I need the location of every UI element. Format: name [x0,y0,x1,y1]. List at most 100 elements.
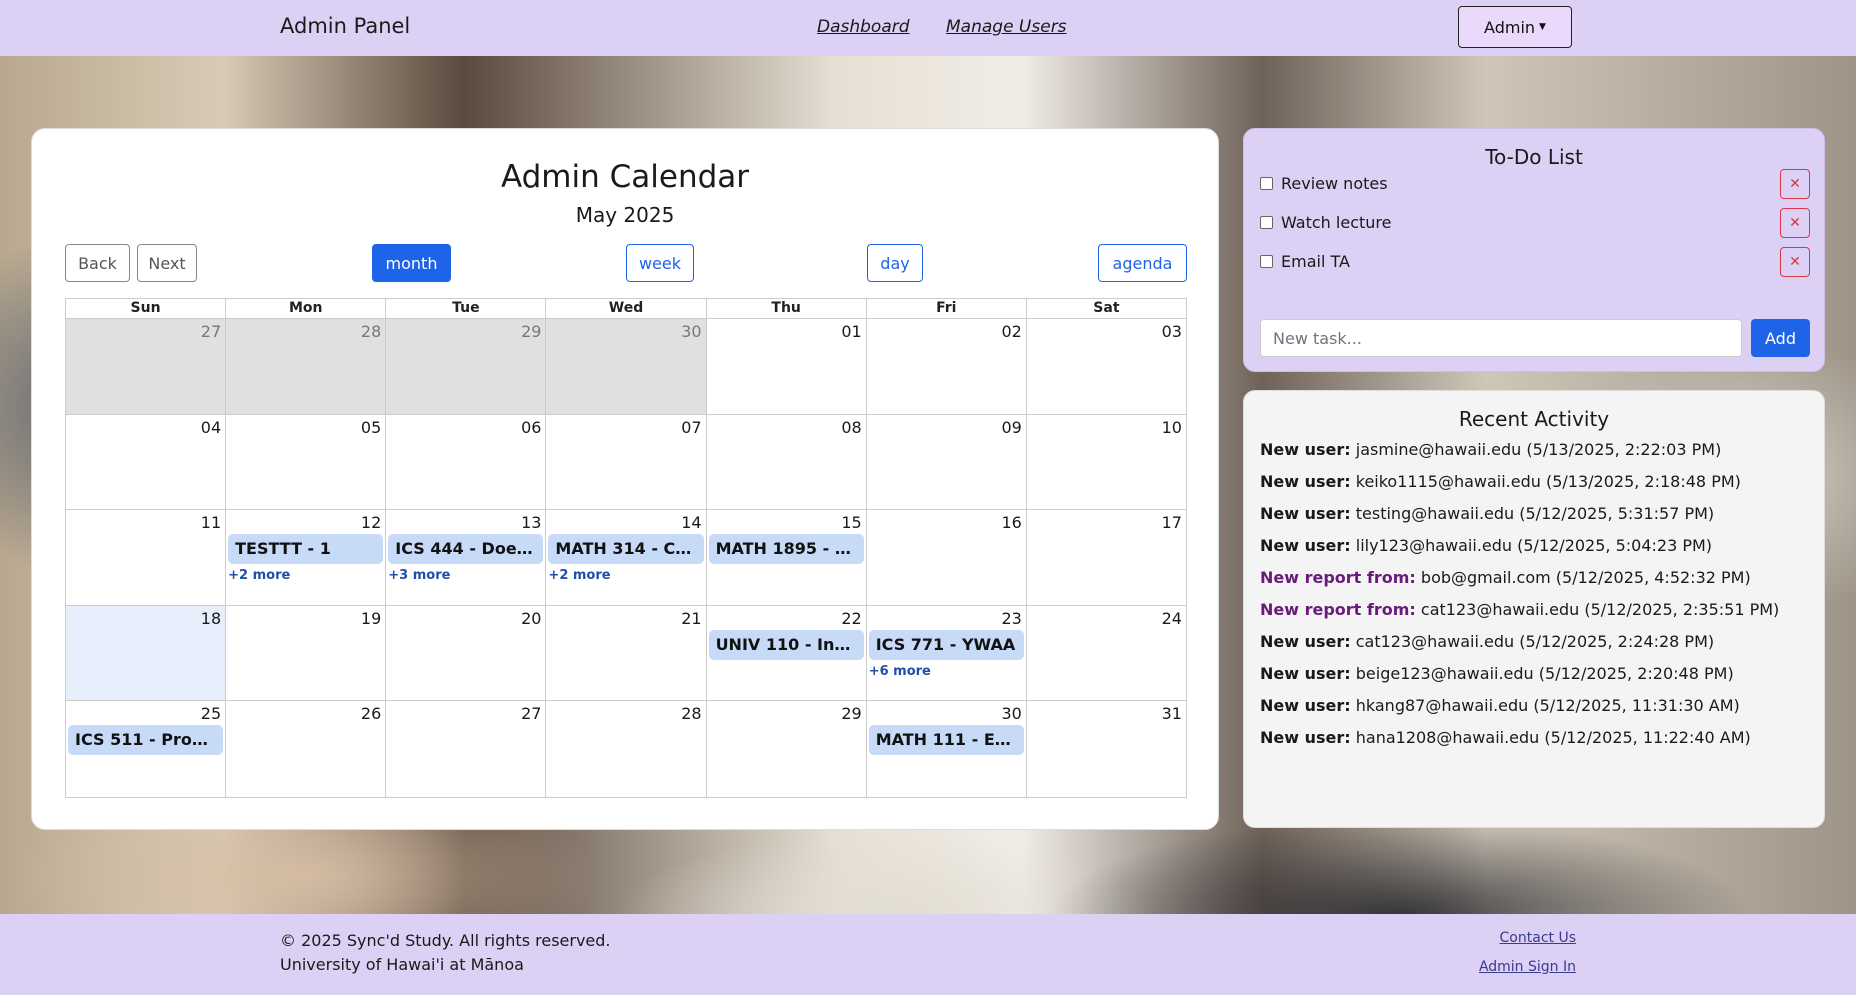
nav-manage-users-link[interactable]: Manage Users [946,17,1067,37]
day-number[interactable]: 25 [201,704,221,723]
day-cell[interactable]: 02 [865,319,1026,414]
day-number[interactable]: 24 [1162,609,1182,628]
day-number[interactable]: 29 [841,704,861,723]
day-cell[interactable]: 25 ICS 511 - Progra... [66,701,226,797]
day-cell[interactable]: 31 [1025,701,1186,797]
day-number[interactable]: 20 [521,609,541,628]
delete-task-button[interactable]: ✕ [1780,208,1810,238]
view-month-button[interactable]: month [372,244,451,282]
day-number[interactable]: 28 [681,704,701,723]
day-cell[interactable]: 27 [66,319,226,414]
calendar-event[interactable]: ICS 511 - Progra... [68,725,224,756]
day-number[interactable]: 14 [681,513,701,532]
day-number[interactable]: 26 [361,704,381,723]
day-cell[interactable]: 26 [225,701,386,797]
day-cell[interactable]: 24 [1025,605,1186,701]
day-cell[interactable]: 29 [705,701,866,797]
back-button[interactable]: Back [65,244,130,282]
calendar-event[interactable]: MATH 314 - Calc... [548,534,704,565]
day-number[interactable]: 16 [1001,513,1021,532]
brand-title[interactable]: Admin Panel [280,14,410,38]
view-week-button[interactable]: week [626,244,694,282]
day-number[interactable]: 13 [521,513,541,532]
day-number[interactable]: 06 [521,418,541,437]
admin-sign-in-link[interactable]: Admin Sign In [1479,959,1576,975]
day-cell[interactable]: 29 [385,319,546,414]
day-cell[interactable]: 23 ICS 771 - YWAA +6 more [865,605,1026,701]
admin-dropdown-button[interactable]: Admin ▼ [1458,6,1572,48]
day-cell[interactable]: 03 [1025,319,1186,414]
day-number[interactable]: 01 [841,322,861,341]
day-cell[interactable]: 30 [545,319,706,414]
day-cell[interactable]: 13 ICS 444 - Does t... +3 more [385,510,546,605]
day-number[interactable]: 30 [1001,704,1021,723]
day-cell[interactable]: 10 [1025,414,1186,510]
day-cell[interactable]: 06 [385,414,546,510]
day-number[interactable]: 22 [841,609,861,628]
add-task-button[interactable]: Add [1751,319,1810,357]
day-cell[interactable]: 22UNIV 110 - Intro t... [705,605,866,701]
day-number[interactable]: 23 [1001,609,1021,628]
show-more-link[interactable]: +3 more [388,568,450,583]
show-more-link[interactable]: +2 more [228,568,290,583]
day-number[interactable]: 08 [841,418,861,437]
day-cell[interactable]: 28 [545,701,706,797]
day-cell[interactable]: 15 MATH 1895 - Cal... [705,510,866,605]
day-number[interactable]: 04 [201,418,221,437]
calendar-event[interactable]: MATH 1895 - Cal... [708,534,864,565]
day-number[interactable]: 30 [681,322,701,341]
day-cell[interactable]: 08 [705,414,866,510]
day-cell[interactable]: 14 MATH 314 - Calc... +2 more [545,510,706,605]
day-number[interactable]: 10 [1162,418,1182,437]
day-number[interactable]: 09 [1001,418,1021,437]
day-number[interactable]: 12 [361,513,381,532]
day-number[interactable]: 28 [361,322,381,341]
day-number[interactable]: 27 [521,704,541,723]
day-number[interactable]: 17 [1162,513,1182,532]
nav-dashboard-link[interactable]: Dashboard [817,17,910,37]
day-number[interactable]: 18 [201,609,221,628]
todo-checkbox[interactable] [1260,216,1273,229]
day-cell-today[interactable]: 18 [66,605,226,701]
day-cell[interactable]: 28 [225,319,386,414]
day-cell[interactable]: 30 MATH 111 - EASY ... [865,701,1026,797]
delete-task-button[interactable]: ✕ [1780,169,1810,199]
day-cell[interactable]: 16 [865,510,1026,605]
day-number[interactable]: 21 [681,609,701,628]
day-cell[interactable]: 01 [705,319,866,414]
delete-task-button[interactable]: ✕ [1780,247,1810,277]
day-number[interactable]: 15 [841,513,861,532]
day-cell[interactable]: 27 [385,701,546,797]
calendar-event[interactable]: ICS 771 - YWAA [868,629,1024,660]
show-more-link[interactable]: +6 more [869,664,931,679]
todo-checkbox[interactable] [1260,255,1273,268]
day-cell[interactable]: 12 TESTTT - 1 +2 more [225,510,386,605]
day-cell[interactable]: 21 [545,605,706,701]
calendar-event[interactable]: MATH 111 - EASY ... [868,725,1024,756]
view-day-button[interactable]: day [867,244,923,282]
day-cell[interactable]: 04 [66,414,226,510]
day-cell[interactable]: 09 [865,414,1026,510]
next-button[interactable]: Next [137,244,197,282]
day-number[interactable]: 05 [361,418,381,437]
show-more-link[interactable]: +2 more [548,568,610,583]
view-agenda-button[interactable]: agenda [1098,244,1187,282]
calendar-event[interactable]: TESTTT - 1 [228,534,384,565]
day-number[interactable]: 19 [361,609,381,628]
day-cell[interactable]: 19 [225,605,386,701]
todo-checkbox[interactable] [1260,177,1273,190]
calendar-event[interactable]: UNIV 110 - Intro t... [708,629,864,660]
day-number[interactable]: 27 [201,322,221,341]
day-cell[interactable]: 05 [225,414,386,510]
day-cell[interactable]: 20 [385,605,546,701]
new-task-input[interactable] [1260,319,1742,357]
day-number[interactable]: 03 [1162,322,1182,341]
day-number[interactable]: 02 [1001,322,1021,341]
day-cell[interactable]: 11 [66,510,226,605]
calendar-event[interactable]: ICS 444 - Does t... [388,534,544,565]
day-number[interactable]: 07 [681,418,701,437]
day-number[interactable]: 29 [521,322,541,341]
day-number[interactable]: 31 [1162,704,1182,723]
day-cell[interactable]: 17 [1025,510,1186,605]
day-number[interactable]: 11 [201,513,221,532]
